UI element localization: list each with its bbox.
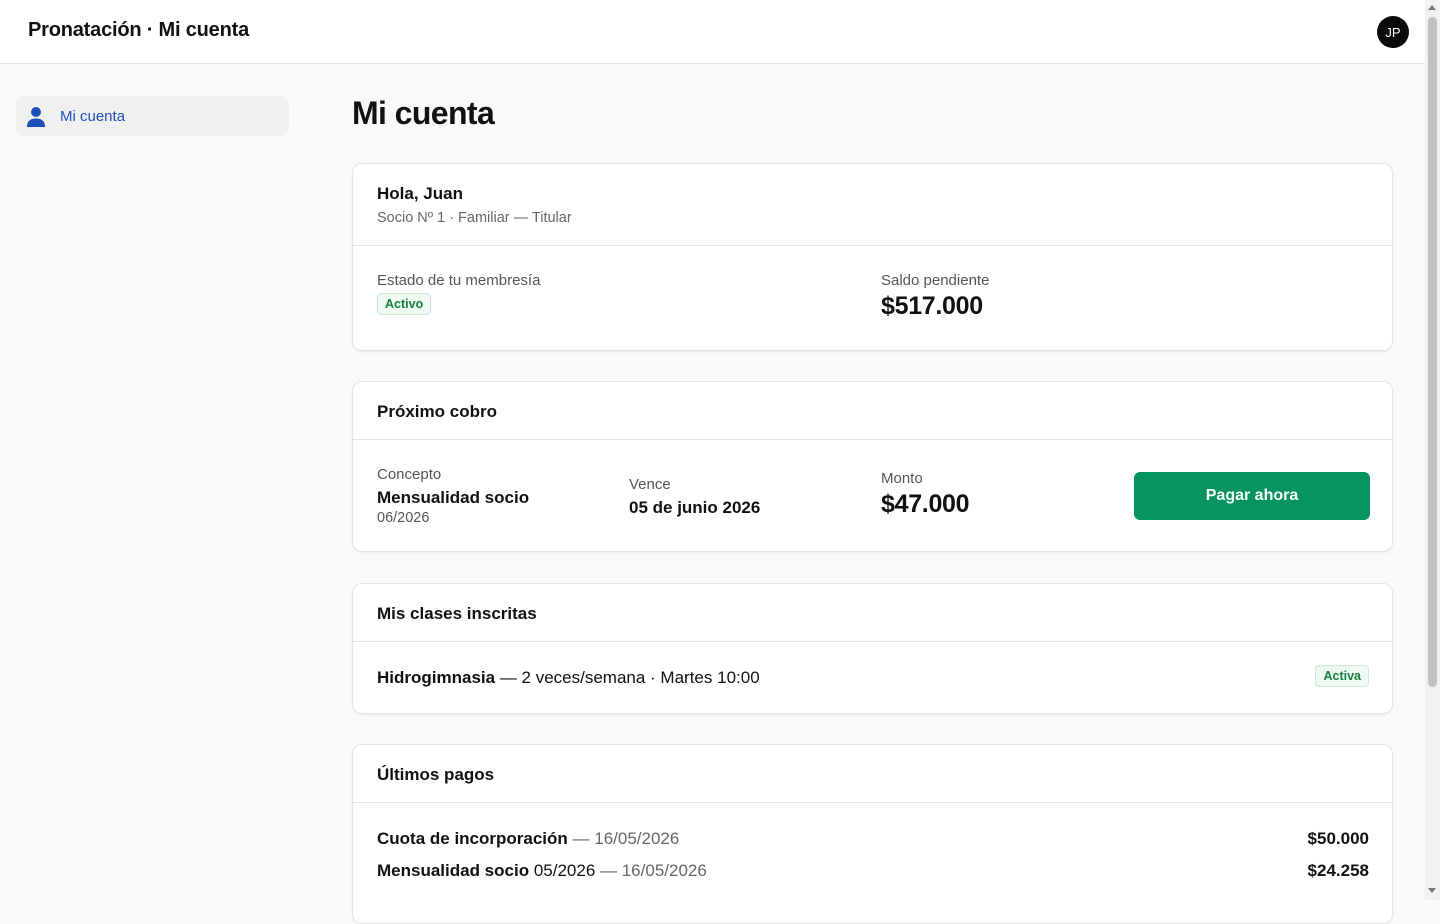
page-scrollbar[interactable] [1425, 0, 1440, 900]
class-detail: — 2 veces/semana · Martes 10:00 [495, 668, 760, 687]
payment-concept: Mensualidad socio [377, 861, 530, 880]
payment-date: — 16/05/2026 [595, 861, 707, 880]
sidebar-item-label: Mi cuenta [60, 107, 126, 125]
classes-title: Mis clases inscritas [377, 604, 537, 623]
member-subtitle: Socio Nº 1 · Familiar — Titular [377, 210, 572, 226]
class-name: Hidrogimnasia [377, 668, 496, 687]
payment-concept: Cuota de incorporación [377, 829, 568, 848]
payment-amount: $24.258 [1307, 861, 1369, 880]
concept-period: 06/2026 [377, 510, 430, 526]
greeting-title: Hola, Juan [377, 184, 463, 203]
scroll-down-icon[interactable] [1428, 888, 1436, 893]
payment-amount: $50.000 [1307, 829, 1369, 848]
due-value: 05 de junio 2026 [629, 498, 761, 517]
membership-label: Estado de tu membresía [377, 272, 541, 289]
classes-card: Mis clases inscritas Hidrogimnasia — 2 v… [352, 583, 1393, 714]
next-charge-card: Próximo cobro Concepto Mensualidad socio… [352, 381, 1393, 552]
account-summary-card: Hola, Juan Socio Nº 1 · Familiar — Titul… [352, 163, 1393, 351]
amount-value: $47.000 [881, 490, 970, 518]
table-row: Cuota de incorporación — 16/05/2026 [377, 829, 679, 849]
pay-now-button[interactable]: Pagar ahora [1134, 472, 1370, 520]
page-title: Mi cuenta [352, 95, 495, 131]
concept-value: Mensualidad socio [377, 488, 530, 507]
table-row: Mensualidad socio 05/2026 — 16/05/2026 [377, 861, 707, 881]
list-item: Hidrogimnasia — 2 veces/semana · Martes … [377, 668, 760, 688]
app-title: Pronatación · Mi cuenta [28, 19, 249, 41]
amount-label: Monto [881, 470, 923, 487]
scroll-thumb[interactable] [1428, 17, 1437, 687]
class-status-badge: Activa [1315, 665, 1369, 687]
due-label: Vence [629, 476, 671, 493]
next-charge-title: Próximo cobro [377, 402, 497, 421]
membership-status-badge: Activo [377, 293, 432, 315]
payments-card: Últimos pagos Cuota de incorporación — 1… [352, 744, 1393, 924]
payments-title: Últimos pagos [377, 765, 495, 784]
balance-label: Saldo pendiente [881, 272, 990, 289]
scroll-up-icon[interactable] [1428, 5, 1436, 10]
balance-value: $517.000 [881, 292, 983, 320]
payment-date: — 16/05/2026 [567, 829, 680, 848]
payment-period: 05/2026 [529, 861, 596, 880]
top-bar: Pronatación · Mi cuenta JP [0, 0, 1425, 64]
avatar[interactable]: JP [1377, 16, 1409, 48]
sidebar-item-mi-cuenta[interactable]: Mi cuenta [16, 96, 289, 136]
user-icon [26, 106, 46, 127]
concept-label: Concepto [377, 466, 442, 483]
